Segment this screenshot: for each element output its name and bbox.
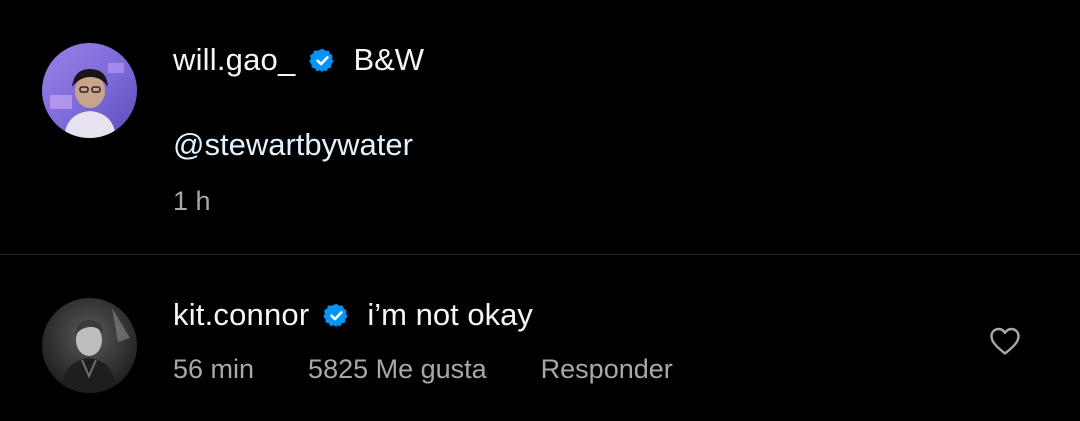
avatar[interactable]	[42, 298, 137, 393]
timestamp: 1 h	[173, 186, 211, 216]
timestamp: 56 min	[173, 354, 255, 384]
reply-button[interactable]: Responder	[541, 354, 673, 385]
comment-text: B&W	[353, 42, 425, 77]
avatar[interactable]	[42, 43, 137, 138]
comment-item: kit.connor i’m not okay 56 min 5825 Me g…	[0, 255, 1080, 421]
comment-header: kit.connor i’m not okay	[173, 295, 533, 335]
username-link[interactable]: will.gao_	[173, 42, 295, 78]
username-link[interactable]: kit.connor	[173, 297, 309, 333]
comment-item: will.gao_ B&W @stewartbywater 1 h	[0, 0, 1080, 254]
comment-meta: 56 min 5825 Me gusta Responder	[173, 354, 673, 385]
avatar-photo-icon	[42, 43, 137, 138]
heart-outline-icon[interactable]	[988, 326, 1022, 356]
verified-badge-icon	[323, 302, 350, 329]
verified-badge-icon	[309, 47, 336, 74]
avatar-photo-icon	[42, 298, 137, 393]
comment-header: will.gao_ B&W	[173, 40, 424, 80]
comment-text: i’m not okay	[367, 297, 533, 332]
mention-link[interactable]: @stewartbywater	[173, 127, 413, 163]
like-count-link[interactable]: 5825 Me gusta	[308, 354, 487, 385]
comment-meta: 1 h	[173, 186, 211, 217]
